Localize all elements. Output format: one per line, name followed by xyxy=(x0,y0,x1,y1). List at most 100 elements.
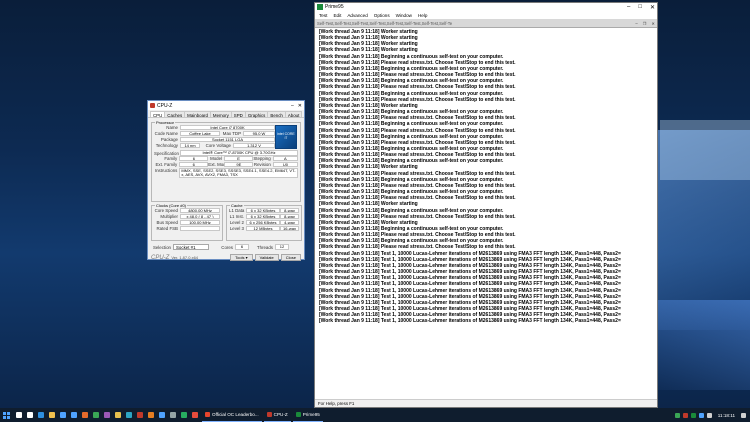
socket-select[interactable]: Socket #1 xyxy=(173,244,209,250)
search-icon-glyph xyxy=(15,412,22,418)
worker-log[interactable]: [Work thread Jan 9 11:18] Worker startin… xyxy=(315,28,657,398)
volume-icon[interactable] xyxy=(706,412,712,418)
menu-advanced[interactable]: Advanced xyxy=(347,13,367,18)
menu-window[interactable]: Window xyxy=(396,13,412,18)
notifications-icon[interactable] xyxy=(741,412,746,418)
corevoltage-value: 1.312 V xyxy=(233,142,275,148)
prime95-icon xyxy=(295,412,301,417)
search-icon[interactable] xyxy=(13,408,24,422)
edge-icon[interactable] xyxy=(35,408,46,422)
menu-options[interactable]: Options xyxy=(374,13,390,18)
maximize-icon[interactable]: □ xyxy=(638,4,642,11)
revision-value: U0 xyxy=(272,162,298,168)
app-icon[interactable] xyxy=(112,408,123,422)
clock[interactable]: 11:18:11 xyxy=(718,413,735,418)
l2-ways: 4-way xyxy=(280,219,299,226)
clocks-group: Clocks (Core #0) Core Speed 4800.00 MHz M… xyxy=(151,203,223,241)
prime95-window[interactable]: Prime95 – □ ✕ Test Edit Advanced Options… xyxy=(314,2,658,408)
log-line: [Work thread Jan 9 11:18] Test 1, 10000 … xyxy=(319,287,621,294)
menu-test[interactable]: Test xyxy=(319,13,327,18)
cores-label: Cores xyxy=(221,244,233,250)
extfamily-label: Ext. Family xyxy=(155,162,178,168)
taskbar-app[interactable]: CPU-Z xyxy=(263,408,291,422)
minimize-icon[interactable]: – xyxy=(627,4,630,11)
clocks-group-title: Clocks (Core #0) xyxy=(155,203,188,208)
close-button[interactable]: Close xyxy=(280,254,301,261)
cache-group-title: Cache xyxy=(230,203,244,208)
taskbar-app-label: Prime95 xyxy=(302,412,320,417)
prime95-child-title-bar[interactable]: Self-Test,Self-Test,Self-Test,Self-Test,… xyxy=(315,19,657,28)
app-icon[interactable] xyxy=(156,408,167,422)
app-icon[interactable] xyxy=(145,408,156,422)
tab-cpu[interactable]: CPU xyxy=(150,111,166,118)
network-icon[interactable] xyxy=(698,412,704,418)
cpuz-tab-strip: CPU Caches Mainboard Memory SPD Graphics… xyxy=(148,110,304,118)
cpuz-window[interactable]: CPU-Z – ✕ CPU Caches Mainboard Memory SP… xyxy=(147,100,305,261)
app-icon-glyph xyxy=(180,412,187,418)
multiplier-label: Multiplier xyxy=(160,214,178,220)
prime95-menu-bar: Test Edit Advanced Options Window Help xyxy=(315,11,657,19)
taskbar: Official OC Leaderbo... CPU-Z Prime95 11:1… xyxy=(0,408,750,422)
menu-help[interactable]: Help xyxy=(418,13,427,18)
child-minimize-icon[interactable]: – xyxy=(635,21,637,26)
cpuz-logo-icon xyxy=(150,103,155,108)
taskbar-app-label: Official OC Leaderbo... xyxy=(212,412,259,417)
cpuz-icon xyxy=(266,412,272,417)
package-value: Socket 1151 LGA xyxy=(180,136,275,143)
app-icon[interactable] xyxy=(90,408,101,422)
intel-badge-text: intel CORE i7 xyxy=(277,132,295,140)
tab-memory[interactable]: Memory xyxy=(209,111,232,118)
validate-button[interactable]: Validate xyxy=(254,254,279,261)
extfamily-value: 6 xyxy=(179,162,209,168)
prime95-title-bar[interactable]: Prime95 – □ ✕ xyxy=(315,3,657,11)
threads-value: 12 xyxy=(275,244,289,250)
task-view-icon[interactable] xyxy=(24,408,35,422)
tab-graphics[interactable]: Graphics xyxy=(244,111,269,118)
start-button[interactable] xyxy=(0,408,13,422)
taskbar-app-label: CPU-Z xyxy=(273,412,288,417)
app-icon[interactable] xyxy=(123,408,134,422)
explorer-icon[interactable] xyxy=(46,408,57,422)
cpu-name-value: Intel Core i7 8700K xyxy=(180,125,275,131)
child-restore-icon[interactable]: ❐ xyxy=(643,21,647,26)
close-icon[interactable]: ✕ xyxy=(298,103,302,109)
tools-button[interactable]: Tools ▾ xyxy=(230,254,253,261)
taskbar-app[interactable]: Official OC Leaderbo... xyxy=(202,408,262,422)
tray-icon[interactable] xyxy=(674,412,680,418)
store-icon[interactable] xyxy=(57,408,68,422)
tab-about[interactable]: About xyxy=(284,111,303,118)
tab-spd[interactable]: SPD xyxy=(230,111,246,118)
processor-group: Processor intel CORE i7 Name Intel Core i… xyxy=(151,120,301,202)
cpuz-title-bar[interactable]: CPU-Z – ✕ xyxy=(148,101,304,110)
child-close-icon[interactable]: ✕ xyxy=(651,21,655,26)
extmodel-label: Ext. Model xyxy=(208,162,230,168)
cores-value: 6 xyxy=(235,244,249,250)
app-icon[interactable] xyxy=(189,408,200,422)
app-icon-glyph xyxy=(103,412,110,418)
minimize-icon[interactable]: – xyxy=(291,103,294,109)
mail-icon[interactable] xyxy=(68,408,79,422)
app-icon[interactable] xyxy=(101,408,112,422)
app-icon[interactable] xyxy=(178,408,189,422)
taskbar-app[interactable]: Prime95 xyxy=(292,408,323,422)
app-icon-glyph xyxy=(147,412,154,418)
tab-caches[interactable]: Caches xyxy=(164,111,186,118)
log-line: [Work thread Jan 9 11:18] Test 1, 10000 … xyxy=(319,318,621,325)
app-icon-glyph xyxy=(191,412,198,418)
app-icon[interactable] xyxy=(134,408,145,422)
corevoltage-label: Core Voltage xyxy=(205,142,231,148)
tab-mainboard[interactable]: Mainboard xyxy=(184,111,211,118)
prime95-tray-icon[interactable] xyxy=(690,412,696,418)
tray-icon[interactable] xyxy=(682,412,688,418)
app-icon[interactable] xyxy=(167,408,178,422)
tab-bench[interactable]: Bench xyxy=(267,111,286,118)
menu-edit[interactable]: Edit xyxy=(333,13,341,18)
running-apps: Official OC Leaderbo... CPU-Z Prime95 xyxy=(200,408,323,422)
l1d-label: L1 Data xyxy=(229,208,245,214)
close-icon[interactable]: ✕ xyxy=(650,4,655,11)
model-label: Model xyxy=(210,156,223,162)
l2-value: 6 x 256 KBytes xyxy=(246,219,280,226)
stepping-value: A xyxy=(272,156,299,162)
app-icon[interactable] xyxy=(79,408,90,422)
technology-label: Technology xyxy=(155,142,178,148)
